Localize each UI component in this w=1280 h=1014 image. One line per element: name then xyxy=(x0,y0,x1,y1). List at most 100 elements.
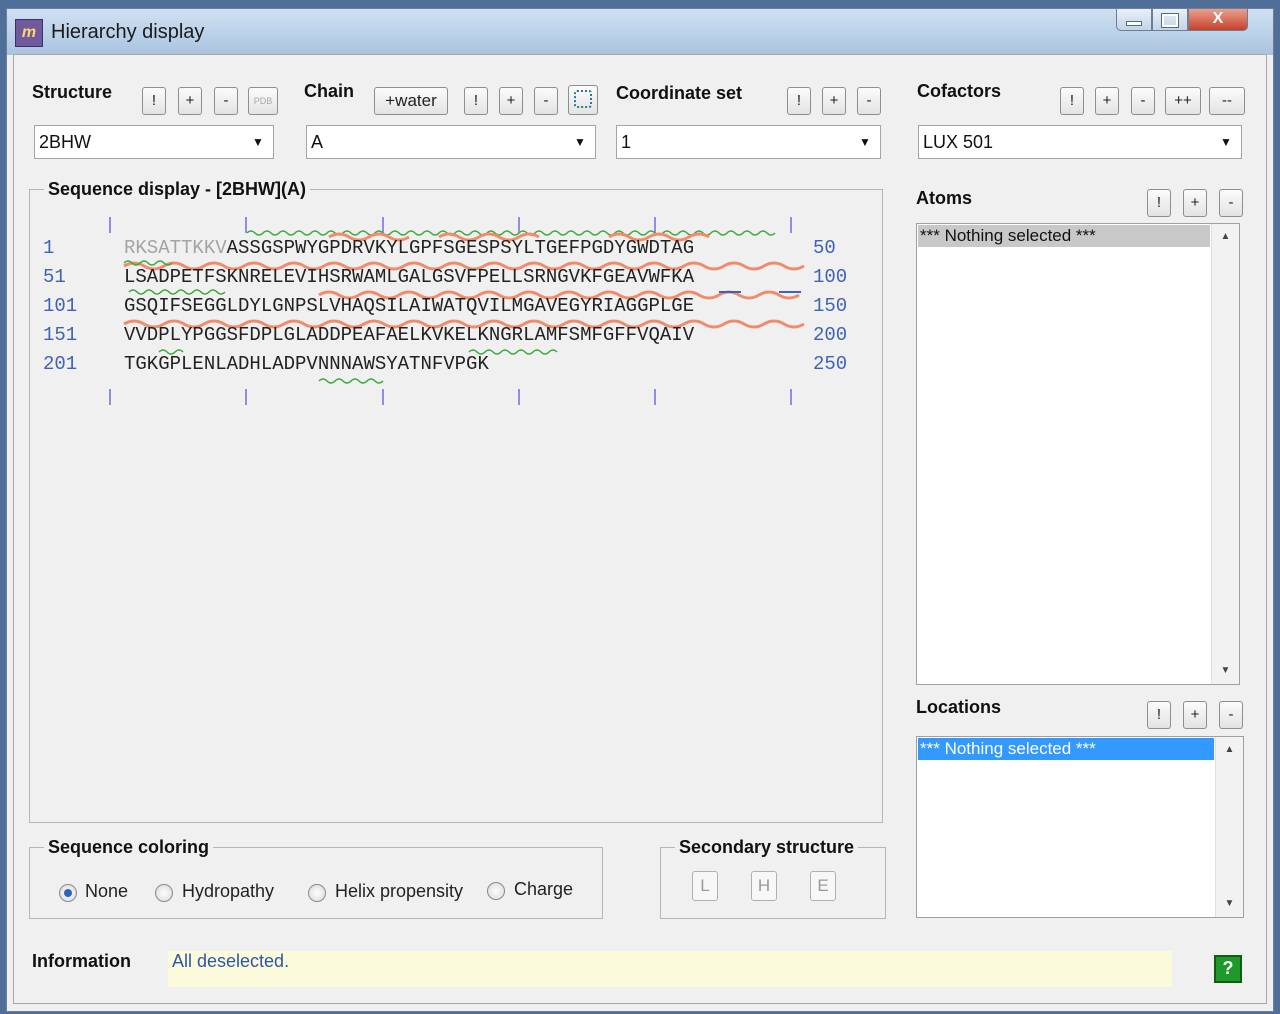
cofactors-label: Cofactors xyxy=(917,81,1002,101)
row-start-number: 1 xyxy=(43,237,55,259)
coloring-none-radio[interactable] xyxy=(59,884,77,902)
cofactor-select-button[interactable]: ! xyxy=(1060,87,1084,115)
row-start-number: 151 xyxy=(43,324,78,346)
cofactor-value: LUX 501 xyxy=(923,132,994,152)
locations-select-button[interactable]: ! xyxy=(1147,701,1171,729)
maximize-button[interactable] xyxy=(1152,9,1188,31)
structure-add-button[interactable]: + xyxy=(178,87,202,115)
cofactor-remove-all-button[interactable]: -- xyxy=(1209,87,1245,115)
row-start-number: 201 xyxy=(43,353,78,375)
chain-label: Chain xyxy=(304,81,355,101)
coloring-charge-label[interactable]: Charge xyxy=(514,879,573,900)
secondary-structure-title: Secondary structure xyxy=(679,837,855,857)
row-end-number: 50 xyxy=(813,237,836,259)
chain-select-button[interactable]: ! xyxy=(464,87,488,115)
row-start-number: 51 xyxy=(43,266,66,288)
coordinate-set-combo[interactable]: 1 ▼ xyxy=(616,125,881,159)
client-area: Structure ! + - PDB 2BHW ▼ Chain +water … xyxy=(13,54,1267,1004)
minimize-icon xyxy=(1126,21,1142,26)
coloring-hydropathy-radio[interactable] xyxy=(155,884,173,902)
chevron-down-icon: ▼ xyxy=(859,135,871,149)
close-icon: X xyxy=(1212,10,1224,27)
unresolved-residues: RKSATTKKV xyxy=(124,237,227,259)
strand-wave xyxy=(128,289,226,295)
information-label: Information xyxy=(32,951,131,971)
minimize-button[interactable] xyxy=(1116,9,1152,31)
coloring-charge-radio[interactable] xyxy=(487,882,505,900)
chain-combo[interactable]: A ▼ xyxy=(306,125,596,159)
locations-remove-button[interactable]: - xyxy=(1219,701,1243,729)
coordset-select-button[interactable]: ! xyxy=(787,87,811,115)
help-icon: ? xyxy=(1222,958,1234,978)
sequence-coloring-title: Sequence coloring xyxy=(48,837,210,857)
coordset-remove-button[interactable]: - xyxy=(857,87,881,115)
atoms-label: Atoms xyxy=(916,188,973,208)
row-end-number: 200 xyxy=(813,324,848,346)
resolved-residues: ASSGSPWYGPDRVKYLGPFSGESPSYLTGEFPGDYGWDTA… xyxy=(226,237,695,259)
atoms-list[interactable]: *** Nothing selected *** ▲ ▼ xyxy=(916,223,1240,685)
locations-label: Locations xyxy=(916,697,1002,717)
chain-add-button[interactable]: + xyxy=(499,87,523,115)
scroll-up-icon[interactable]: ▲ xyxy=(1212,226,1239,248)
atoms-select-button[interactable]: ! xyxy=(1147,189,1171,217)
sequence-coloring-group: Sequence coloring xyxy=(29,837,603,919)
chevron-down-icon: ▼ xyxy=(252,135,264,149)
locations-add-button[interactable]: + xyxy=(1183,701,1207,729)
scroll-up-icon[interactable]: ▲ xyxy=(1216,739,1243,761)
atoms-scrollbar[interactable]: ▲ ▼ xyxy=(1211,224,1239,684)
locations-list[interactable]: *** Nothing selected *** ▲ ▼ xyxy=(916,736,1244,918)
dotted-selection-icon xyxy=(574,90,592,108)
row-end-number: 250 xyxy=(813,353,848,375)
structure-combo[interactable]: 2BHW ▼ xyxy=(34,125,274,159)
sequence-row[interactable]: RKSATTKKVASSGSPWYGPDRVKYLGPFSGESPSYLTGEF… xyxy=(124,237,694,259)
add-water-button[interactable]: +water xyxy=(374,87,448,115)
loop-button[interactable]: L xyxy=(692,871,718,901)
cofactors-combo[interactable]: LUX 501 ▼ xyxy=(918,125,1242,159)
row-start-number: 101 xyxy=(43,295,78,317)
pdb-button[interactable]: PDB xyxy=(248,87,278,115)
structure-label: Structure xyxy=(32,82,113,102)
list-item[interactable]: *** Nothing selected *** xyxy=(918,225,1210,247)
sequence-area[interactable]: 1 RKSATTKKVASSGSPWYGPDRVKYLGPFSGESPSYLTG… xyxy=(29,179,883,823)
chain-value: A xyxy=(311,132,324,152)
coordinate-set-value: 1 xyxy=(621,132,632,152)
coloring-helix-label[interactable]: Helix propensity xyxy=(335,881,463,902)
coloring-none-label[interactable]: None xyxy=(85,881,128,902)
sequence-row[interactable]: TGKGPLENLADHLADPVNNNAWSYATNFVPGK xyxy=(124,353,489,375)
cofactor-remove-button[interactable]: - xyxy=(1131,87,1155,115)
information-box: All deselected. xyxy=(168,951,1172,987)
window-title: Hierarchy display xyxy=(51,21,205,43)
helix-button[interactable]: H xyxy=(751,871,777,901)
strand-button[interactable]: E xyxy=(810,871,836,901)
title-bar[interactable]: m Hierarchy display X xyxy=(7,9,1273,55)
app-icon: m xyxy=(15,19,43,47)
coloring-hydropathy-label[interactable]: Hydropathy xyxy=(182,881,274,902)
atoms-add-button[interactable]: + xyxy=(1183,189,1207,217)
coordinate-set-label: Coordinate set xyxy=(616,83,743,103)
chain-selection-button[interactable] xyxy=(568,85,598,115)
atoms-remove-button[interactable]: - xyxy=(1219,189,1243,217)
information-text: All deselected. xyxy=(172,951,290,971)
hierarchy-window: m Hierarchy display X Structure ! + - PD… xyxy=(6,8,1274,1012)
list-item[interactable]: *** Nothing selected *** xyxy=(918,738,1214,760)
pdb-icon: PDB xyxy=(253,96,273,106)
row-end-number: 100 xyxy=(813,266,848,288)
cofactor-add-all-button[interactable]: ++ xyxy=(1165,87,1201,115)
scroll-down-icon[interactable]: ▼ xyxy=(1216,893,1243,915)
strand-wave xyxy=(318,378,384,384)
cofactor-add-button[interactable]: + xyxy=(1095,87,1119,115)
sequence-row[interactable]: GSQIFSEGGLDYLGNPSLVHAQSILAIWATQVILMGAVEG… xyxy=(124,295,694,317)
close-button[interactable]: X xyxy=(1188,9,1248,31)
structure-remove-button[interactable]: - xyxy=(214,87,238,115)
row-end-number: 150 xyxy=(813,295,848,317)
chain-remove-button[interactable]: - xyxy=(534,87,558,115)
sequence-row[interactable]: VVDPLYPGGSFDPLGLADDPEAFAELKVKELKNGRLAMFS… xyxy=(124,324,694,346)
structure-select-button[interactable]: ! xyxy=(142,87,166,115)
help-button[interactable]: ? xyxy=(1214,955,1242,983)
locations-scrollbar[interactable]: ▲ ▼ xyxy=(1215,737,1243,917)
coordset-add-button[interactable]: + xyxy=(822,87,846,115)
scroll-down-icon[interactable]: ▼ xyxy=(1212,660,1239,682)
sequence-row[interactable]: LSADPETFSKNRELEVIHSRWAMLGALGSVFPELLSRNGV… xyxy=(124,266,694,288)
coloring-helix-radio[interactable] xyxy=(308,884,326,902)
chevron-down-icon: ▼ xyxy=(574,135,586,149)
